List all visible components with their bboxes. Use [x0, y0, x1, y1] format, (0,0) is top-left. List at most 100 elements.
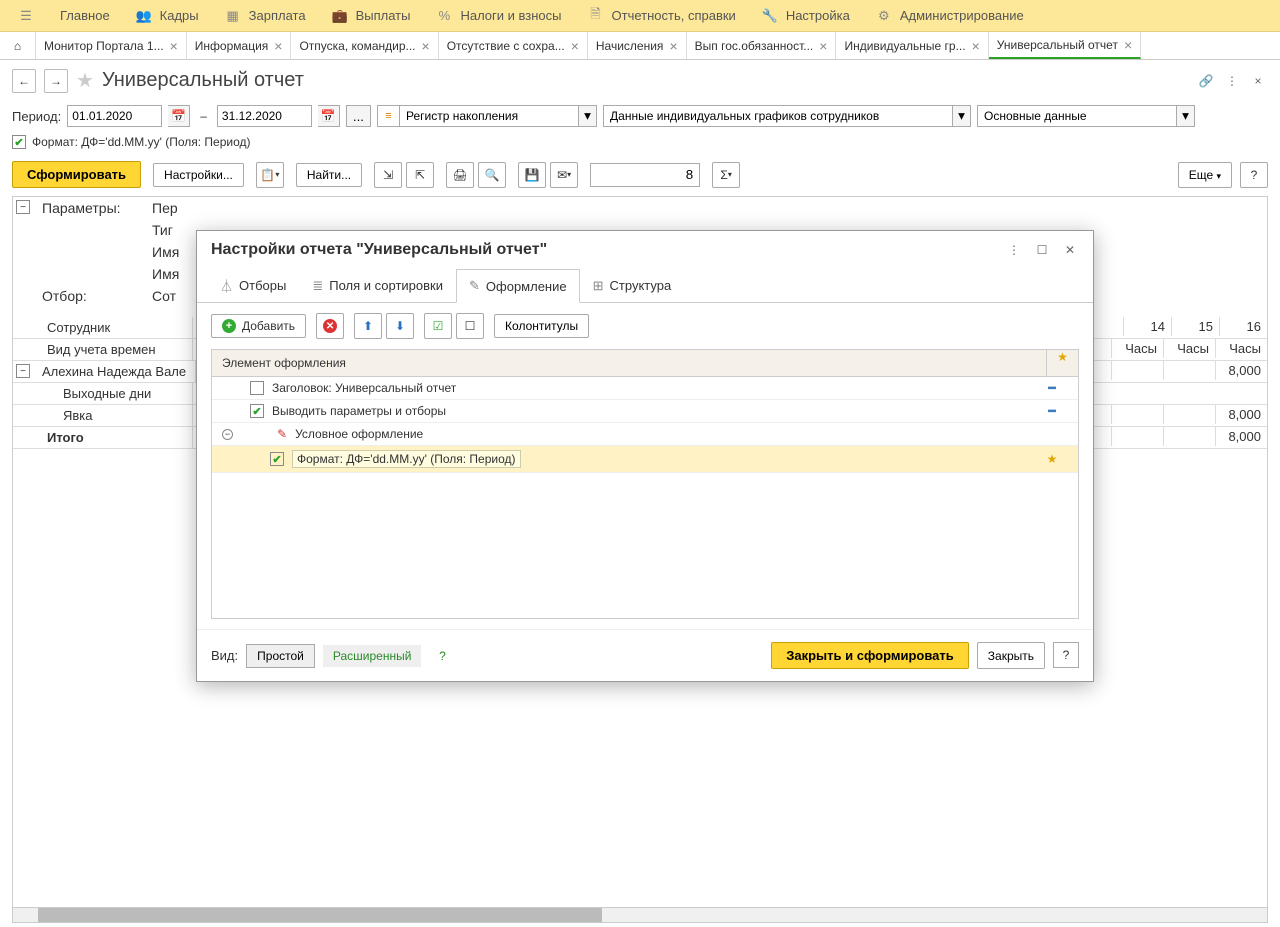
- modal-tab-structure[interactable]: ⊞Структура: [580, 269, 685, 302]
- uncheck-all-button[interactable]: ☐: [456, 313, 484, 339]
- menu-nastroika[interactable]: 🔧Настройка: [750, 4, 862, 28]
- modal-tab-filters[interactable]: ⏃Отборы: [207, 269, 299, 302]
- home-tab[interactable]: ⌂: [0, 32, 36, 59]
- tab-0[interactable]: Монитор Портала 1...×: [36, 32, 187, 59]
- close-icon[interactable]: ×: [422, 38, 430, 54]
- checkbox-unchecked[interactable]: [250, 381, 264, 395]
- menu-burger[interactable]: ☰: [6, 4, 46, 28]
- modal-kebab-icon[interactable]: ⋮: [1005, 241, 1023, 259]
- combo-data-input[interactable]: [603, 105, 953, 127]
- grid-row-format-selected[interactable]: ✔ Формат: ДФ='dd.MM.yy' (Поля: Период) ★: [212, 446, 1078, 473]
- move-up-button[interactable]: ⬆: [354, 313, 382, 339]
- menu-nalogi[interactable]: %Налоги и взносы: [424, 4, 573, 28]
- nav-back-button[interactable]: ←: [12, 69, 36, 93]
- close-icon[interactable]: ×: [1124, 37, 1132, 53]
- check-all-button[interactable]: ☑: [424, 313, 452, 339]
- tab-2[interactable]: Отпуска, командир...×: [291, 32, 438, 59]
- date-to-input[interactable]: [217, 105, 312, 127]
- combo-register-dropdown[interactable]: ▾: [579, 105, 597, 127]
- close-icon[interactable]: ×: [669, 38, 677, 54]
- print-button[interactable]: 🖨: [446, 162, 474, 188]
- date-to-cal-button[interactable]: 📅: [318, 105, 340, 127]
- grid-header-star[interactable]: ★: [1046, 350, 1078, 376]
- menu-vyplaty[interactable]: 💼Выплаты: [320, 4, 423, 28]
- menu-otchet[interactable]: 🗎Отчетность, справки: [576, 4, 748, 28]
- modal-footer: Вид: Простой Расширенный ? Закрыть и сфо…: [197, 629, 1093, 681]
- star-icon[interactable]: ★: [1047, 452, 1058, 466]
- favorite-star-icon[interactable]: ★: [76, 68, 94, 93]
- modal-close-icon[interactable]: ✕: [1061, 241, 1079, 259]
- tab-5[interactable]: Вып гос.обязанност...×: [687, 32, 837, 59]
- menu-zarplata[interactable]: ▦Зарплата: [213, 4, 318, 28]
- add-button[interactable]: +Добавить: [211, 314, 306, 338]
- menu-kadry[interactable]: 👥Кадры: [124, 4, 211, 28]
- close-icon[interactable]: ×: [972, 38, 980, 54]
- page-title: Универсальный отчет: [102, 69, 304, 92]
- email-button[interactable]: ✉▾: [550, 162, 578, 188]
- help-button[interactable]: ?: [1240, 162, 1268, 188]
- nav-forward-button[interactable]: →: [44, 69, 68, 93]
- modal-header: Настройки отчета "Универсальный отчет" ⋮…: [197, 231, 1093, 269]
- menu-main[interactable]: Главное: [48, 4, 122, 27]
- expand-button[interactable]: ⇲: [374, 162, 402, 188]
- settings-button[interactable]: Настройки...: [153, 163, 244, 187]
- tree-collapse-icon[interactable]: −: [222, 429, 233, 440]
- people-icon: 👥: [136, 8, 152, 24]
- combo-main-dropdown[interactable]: ▾: [1177, 105, 1195, 127]
- help-icon[interactable]: ?: [429, 643, 455, 669]
- modal-maximize-icon[interactable]: ☐: [1033, 241, 1051, 259]
- help-button[interactable]: ?: [1053, 642, 1079, 668]
- tab-7-active[interactable]: Универсальный отчет×: [989, 32, 1141, 59]
- tree-toggle-row[interactable]: −: [16, 364, 30, 378]
- close-icon[interactable]: ×: [170, 38, 178, 54]
- format-checkbox[interactable]: ✔: [12, 135, 26, 149]
- date-from-cal-button[interactable]: 📅: [168, 105, 190, 127]
- minus-icon[interactable]: ━: [1048, 404, 1055, 418]
- checkbox-checked[interactable]: ✔: [250, 404, 264, 418]
- collapse-button[interactable]: ⇱: [406, 162, 434, 188]
- headers-button[interactable]: Колонтитулы: [494, 314, 589, 338]
- minus-icon[interactable]: ━: [1048, 381, 1055, 395]
- modal-tab-fields[interactable]: ≣Поля и сортировки: [299, 269, 456, 302]
- link-icon[interactable]: 🔗: [1196, 71, 1216, 91]
- menu-admin[interactable]: ⚙Администрирование: [864, 4, 1036, 28]
- kebab-icon[interactable]: ⋮: [1222, 71, 1242, 91]
- move-down-button[interactable]: ⬇: [386, 313, 414, 339]
- row-name: Алехина Надежда Вале: [36, 361, 196, 382]
- close-button[interactable]: Закрыть: [977, 642, 1045, 669]
- sum-button[interactable]: Σ▾: [712, 162, 740, 188]
- date-from-input[interactable]: [67, 105, 162, 127]
- tab-6[interactable]: Индивидуальные гр...×: [836, 32, 988, 59]
- combo-main-input[interactable]: [977, 105, 1177, 127]
- checkbox-checked[interactable]: ✔: [270, 452, 284, 466]
- modal-tab-design[interactable]: ✎Оформление: [456, 269, 580, 303]
- view-advanced-button[interactable]: Расширенный: [323, 645, 422, 667]
- filter-label: Отбор:: [36, 285, 146, 307]
- grid-row-params[interactable]: ✔ Выводить параметры и отборы ━: [212, 400, 1078, 423]
- period-ellipsis-button[interactable]: ...: [346, 105, 371, 127]
- tree-toggle[interactable]: −: [16, 200, 30, 214]
- paste-button[interactable]: 📋▾: [256, 162, 284, 188]
- close-icon[interactable]: ×: [274, 38, 282, 54]
- tab-1[interactable]: Информация×: [187, 32, 292, 59]
- close-and-form-button[interactable]: Закрыть и сформировать: [771, 642, 969, 669]
- preview-button[interactable]: 🔍: [478, 162, 506, 188]
- view-simple-button[interactable]: Простой: [246, 644, 315, 668]
- close-icon[interactable]: ×: [571, 38, 579, 54]
- tab-4[interactable]: Начисления×: [588, 32, 687, 59]
- tab-3[interactable]: Отсутствие с сохра...×: [439, 32, 588, 59]
- combo-data-dropdown[interactable]: ▾: [953, 105, 971, 127]
- horizontal-scrollbar[interactable]: [12, 907, 1268, 923]
- more-button[interactable]: Еще ▾: [1178, 162, 1232, 188]
- delete-button[interactable]: ✕: [316, 313, 344, 339]
- grid-row-conditional[interactable]: − ✎ Условное оформление: [212, 423, 1078, 446]
- num-input[interactable]: [590, 163, 700, 187]
- brush-icon: ✎: [277, 427, 287, 441]
- combo-register-input[interactable]: [399, 105, 579, 127]
- find-button[interactable]: Найти...: [296, 163, 362, 187]
- save-button[interactable]: 💾: [518, 162, 546, 188]
- grid-row-header[interactable]: Заголовок: Универсальный отчет ━: [212, 377, 1078, 400]
- form-button[interactable]: Сформировать: [12, 161, 141, 188]
- close-page-icon[interactable]: ×: [1248, 71, 1268, 91]
- close-icon[interactable]: ×: [819, 38, 827, 54]
